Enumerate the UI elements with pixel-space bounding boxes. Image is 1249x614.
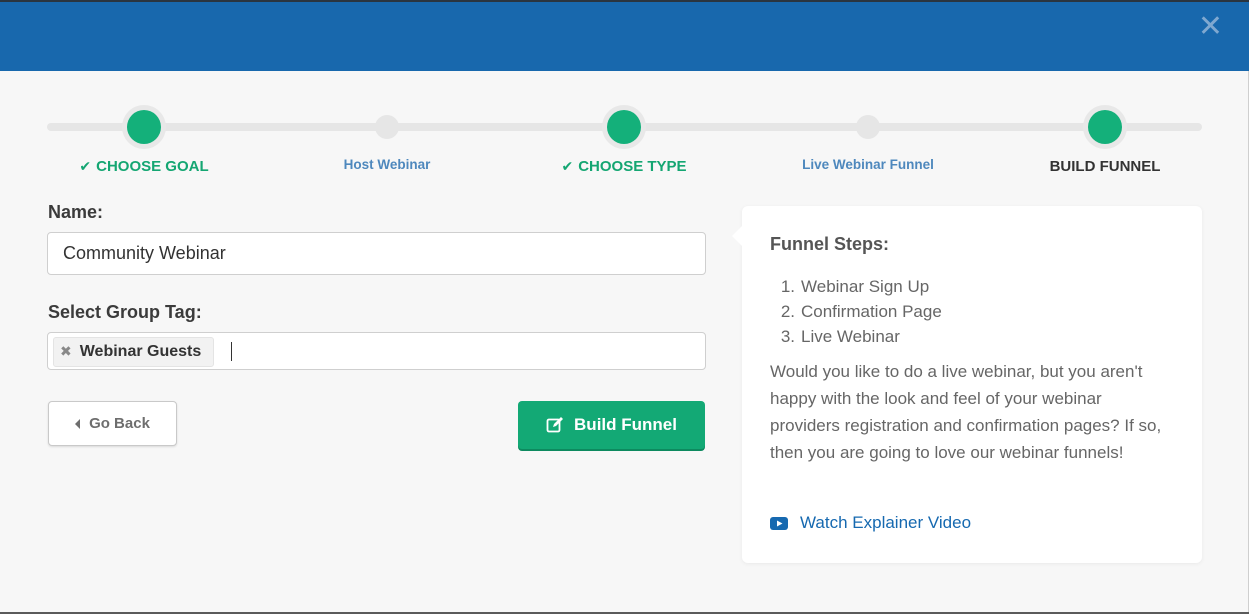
group-tag-select[interactable]: ✖ Webinar Guests [47, 332, 706, 370]
step-build-funnel: BUILD FUNNEL [1049, 158, 1161, 175]
checkmark-icon: ✔ [79, 159, 92, 175]
step-dot-build-funnel [1088, 110, 1122, 144]
panel-description: Would you like to do a live webinar, but… [770, 362, 1162, 462]
step-dot-choose-type [607, 110, 641, 144]
list-item: 2. Confirmation Page [780, 302, 942, 321]
watch-video-link[interactable]: Watch Explainer Video [770, 513, 971, 533]
funnel-modal: ✕ ✔ CHOOSE GOAL Host Webinar ✔ CHOOSE TYPE… [0, 0, 1249, 612]
build-funnel-button[interactable]: Build Funnel [518, 401, 705, 449]
watch-video-label: Watch Explainer Video [800, 513, 972, 532]
step-label: CHOOSE GOAL [96, 158, 209, 175]
name-label: Name: [48, 202, 104, 222]
remove-tag-icon[interactable]: ✖ [60, 344, 72, 360]
name-input[interactable]: Community Webinar [47, 232, 706, 275]
funnel-steps-panel: Funnel Steps: 1. Webinar Sign Up 2. Confir… [732, 206, 1202, 563]
close-icon[interactable]: ✕ [1198, 12, 1223, 42]
list-item: 3. Live Webinar [780, 327, 900, 346]
step-dot-choose-goal [127, 110, 161, 144]
step-label: CHOOSE TYPE [578, 158, 687, 175]
tag-chip: ✖ Webinar Guests [53, 337, 215, 367]
go-back-label: Go Back [89, 415, 150, 432]
text-cursor [231, 342, 232, 361]
edit-icon [546, 417, 564, 433]
panel-title: Funnel Steps: [770, 234, 890, 254]
step-host-webinar[interactable]: Host Webinar [344, 157, 431, 172]
tag-chip-label: Webinar Guests [79, 343, 202, 360]
play-video-icon [770, 516, 788, 530]
go-back-button[interactable]: Go Back [48, 401, 177, 446]
step-dot-live-webinar-funnel [856, 115, 880, 139]
step-choose-goal[interactable]: ✔ CHOOSE GOAL [79, 158, 208, 175]
step-choose-type[interactable]: ✔ CHOOSE TYPE [561, 158, 686, 175]
build-funnel-label: Build Funnel [574, 415, 677, 434]
group-tag-label: Select Group Tag: [48, 302, 202, 322]
list-item: 1. Webinar Sign Up [780, 277, 930, 296]
checkmark-icon: ✔ [561, 159, 574, 175]
caret-left-icon [75, 418, 81, 429]
step-dot-host-webinar [375, 115, 399, 139]
panel-pointer [732, 226, 742, 246]
step-live-webinar-funnel[interactable]: Live Webinar Funnel [802, 157, 934, 172]
modal-header: ✕ [0, 0, 1249, 71]
funnel-steps-list: 1. Webinar Sign Up 2. Confirmation Page 3.… [770, 274, 942, 349]
